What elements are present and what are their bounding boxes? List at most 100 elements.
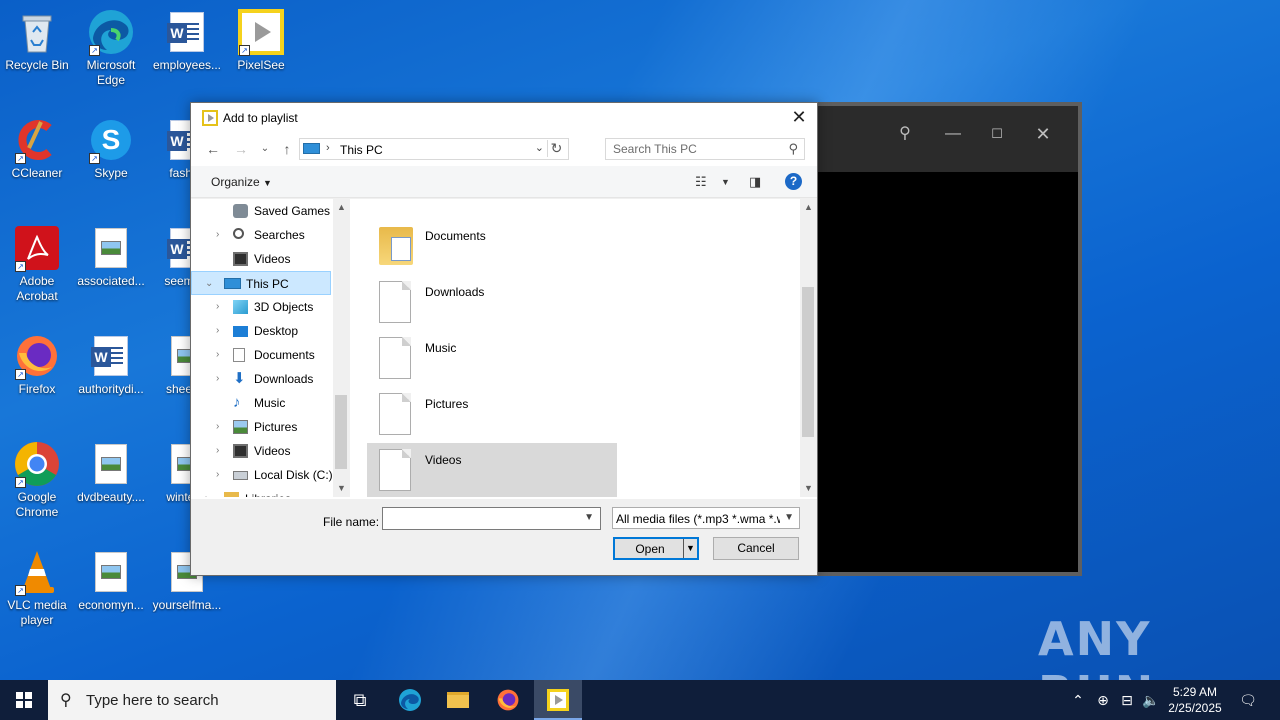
scroll-up-arrow-icon[interactable]: ▲: [800, 199, 817, 216]
up-arrow-icon[interactable]: ↑: [277, 141, 297, 157]
scroll-down-arrow-icon[interactable]: ▼: [333, 480, 350, 497]
dialog-title-bar[interactable]: Add to playlist ✕: [191, 103, 817, 133]
desktop-icon-recycle-bin[interactable]: Recycle Bin: [0, 8, 74, 73]
tree-item-local-disk[interactable]: › Local Disk (C:): [191, 463, 333, 487]
taskbar-clock[interactable]: 5:29 AM 2/25/2025: [1160, 684, 1230, 716]
help-icon[interactable]: ?: [785, 173, 802, 190]
file-name-combobox[interactable]: ▼: [382, 507, 601, 530]
back-arrow-icon[interactable]: ←: [203, 141, 223, 157]
desktop-icon-firefox[interactable]: ↗ Firefox: [0, 332, 74, 397]
close-button[interactable]: ✕: [1028, 122, 1058, 146]
desktop-icon-skype[interactable]: S ↗ Skype: [74, 116, 148, 181]
scroll-down-arrow-icon[interactable]: ▼: [800, 480, 817, 497]
file-item-music[interactable]: Music: [367, 331, 617, 385]
taskbar-firefox-button[interactable]: [484, 680, 532, 720]
expand-chevron-icon[interactable]: ›: [216, 295, 219, 319]
breadcrumb-this-pc[interactable]: This PC: [340, 143, 383, 157]
expand-chevron-icon[interactable]: ›: [216, 367, 219, 391]
tree-item-searches[interactable]: › Searches: [191, 223, 331, 247]
address-bar[interactable]: › This PC ⌄ ↻: [299, 138, 569, 160]
desktop-icon-microsoft-edge[interactable]: ↗ Microsoft Edge: [74, 8, 148, 88]
taskbar-pixelsee-button[interactable]: [534, 680, 582, 720]
forward-arrow-icon[interactable]: →: [231, 141, 251, 157]
expand-chevron-icon[interactable]: ›: [216, 439, 219, 463]
tree-scroll-thumb[interactable]: [335, 395, 347, 469]
pixelsee-player-window[interactable]: ⚲ — ☐ ✕: [812, 102, 1082, 576]
taskbar-search-input[interactable]: [86, 690, 326, 710]
pin-icon[interactable]: ⚲: [890, 122, 920, 146]
search-icon[interactable]: ⚲: [788, 141, 798, 157]
chevron-down-icon[interactable]: ▼: [784, 512, 794, 523]
expand-chevron-icon[interactable]: ›: [216, 319, 219, 343]
tree-item-music[interactable]: ♪ Music: [191, 391, 331, 415]
expand-chevron-icon[interactable]: ›: [205, 487, 208, 497]
address-dropdown-icon[interactable]: ⌄: [535, 141, 544, 154]
open-split-dropdown-icon[interactable]: ▼: [683, 539, 697, 558]
network-icon[interactable]: ⊟: [1116, 680, 1138, 720]
desktop-icon-label: Adobe Acrobat: [16, 274, 58, 303]
file-item-documents[interactable]: Documents: [367, 219, 617, 273]
dialog-close-button[interactable]: ✕: [789, 107, 809, 128]
file-item-pictures[interactable]: Pictures: [367, 387, 617, 441]
expand-chevron-icon[interactable]: ›: [216, 415, 219, 439]
tree-item-3d-objects[interactable]: › 3D Objects: [191, 295, 331, 319]
tree-item-this-pc[interactable]: ⌄ This PC: [191, 271, 331, 295]
tree-item-videos-user[interactable]: Videos: [191, 247, 331, 271]
change-view-icon[interactable]: ☷: [695, 174, 707, 190]
partial-folder-item[interactable]: [367, 199, 617, 213]
start-button[interactable]: [0, 680, 48, 720]
tree-item-downloads[interactable]: › ⬇ Downloads: [191, 367, 331, 391]
file-item-downloads[interactable]: Downloads: [367, 275, 617, 329]
desktop-icon-employees[interactable]: W employees...: [150, 8, 224, 73]
search-box[interactable]: ⚲: [605, 138, 805, 160]
refresh-icon[interactable]: ↻: [547, 140, 565, 157]
expand-chevron-icon[interactable]: ›: [216, 463, 219, 487]
search-input[interactable]: [606, 139, 776, 159]
task-view-button[interactable]: ⧉: [336, 680, 384, 720]
open-button[interactable]: Open ▼: [613, 537, 699, 560]
chevron-down-icon[interactable]: ▼: [584, 512, 594, 523]
desktop-icon-vlc[interactable]: ↗ VLC media player: [0, 548, 74, 628]
show-hidden-icons-chevron-icon[interactable]: ⌃: [1066, 680, 1090, 720]
cancel-button[interactable]: Cancel: [713, 537, 799, 560]
collapse-chevron-icon[interactable]: ⌄: [205, 272, 213, 296]
desktop-icon-authoritydi[interactable]: W authoritydi...: [74, 332, 148, 397]
tree-scrollbar[interactable]: ▲ ▼: [333, 199, 350, 497]
tree-item-documents[interactable]: › Documents: [191, 343, 331, 367]
minimize-button[interactable]: —: [938, 122, 968, 146]
tree-item-desktop[interactable]: › Desktop: [191, 319, 331, 343]
device-status-icon[interactable]: ⊕: [1092, 680, 1114, 720]
tree-item-pictures[interactable]: › Pictures: [191, 415, 331, 439]
navigation-tree[interactable]: Saved Games › Searches Videos ⌄ This PC …: [191, 199, 333, 497]
desktop-icon-ccleaner[interactable]: ↗ CCleaner: [0, 116, 74, 181]
desktop-icon-google-chrome[interactable]: ↗ Google Chrome: [0, 440, 74, 520]
desktop-icon-dvdbeauty[interactable]: dvdbeauty....: [74, 440, 148, 505]
breadcrumb-separator-icon[interactable]: ›: [326, 142, 330, 154]
desktop-icon-economyn[interactable]: economyn...: [74, 548, 148, 613]
taskbar-file-explorer-button[interactable]: [434, 680, 482, 720]
preview-pane-icon[interactable]: ◨: [749, 174, 761, 190]
file-list-scrollbar[interactable]: ▲ ▼: [800, 199, 817, 497]
maximize-button[interactable]: ☐: [982, 122, 1012, 146]
desktop-icon-adobe-acrobat[interactable]: ↗ Adobe Acrobat: [0, 224, 74, 304]
taskbar-search-box[interactable]: ⚲: [48, 680, 336, 720]
expand-chevron-icon[interactable]: ›: [216, 223, 219, 247]
file-list-scroll-thumb[interactable]: [802, 287, 814, 437]
tree-item-libraries[interactable]: › Libraries: [191, 487, 331, 497]
volume-icon[interactable]: 🔈: [1140, 680, 1162, 720]
file-item-videos[interactable]: Videos: [367, 443, 617, 497]
scroll-up-arrow-icon[interactable]: ▲: [333, 199, 350, 216]
organize-menu-button[interactable]: Organize ▼: [211, 175, 272, 189]
notifications-icon[interactable]: 🗨: [1234, 680, 1262, 720]
view-options-chevron-icon[interactable]: ▼: [721, 177, 730, 187]
file-type-select[interactable]: All media files (*.mp3 *.wma *.wav *.mid…: [612, 507, 800, 529]
desktop-icon-associated[interactable]: associated...: [74, 224, 148, 289]
recent-locations-chevron-icon[interactable]: ⌄: [255, 143, 275, 154]
file-list[interactable]: Documents Downloads Music Pictures Video…: [351, 199, 799, 497]
expand-chevron-icon[interactable]: ›: [216, 343, 219, 367]
taskbar-edge-button[interactable]: [386, 680, 434, 720]
tree-item-saved-games[interactable]: Saved Games: [191, 199, 331, 223]
tree-item-videos[interactable]: › Videos: [191, 439, 331, 463]
desktop-icon-pixelsee[interactable]: ↗ PixelSee: [224, 8, 298, 73]
player-title-bar[interactable]: ⚲ — ☐ ✕: [816, 106, 1078, 172]
